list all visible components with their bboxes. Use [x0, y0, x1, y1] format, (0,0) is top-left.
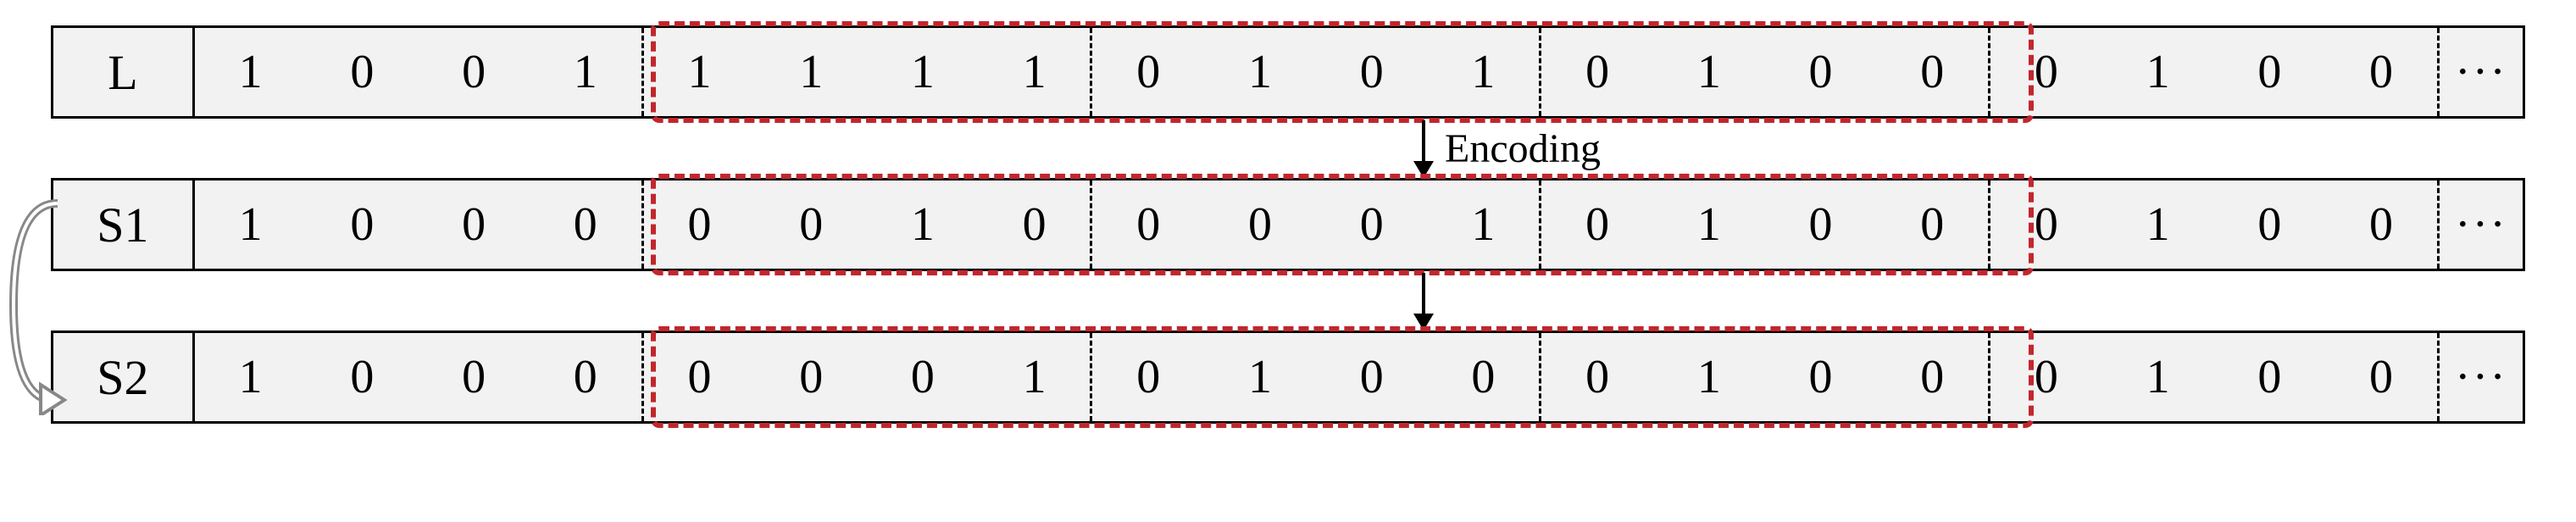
group-S2-3: 0 1 0 0	[1541, 333, 1990, 421]
bit: 0	[1092, 350, 1204, 404]
group-S2-0: 1 0 0 0	[195, 333, 644, 421]
group-L-3: 0 1 0 0	[1541, 28, 1990, 116]
curve-arrow-S1-S2	[5, 195, 73, 415]
bit: 0	[307, 45, 419, 99]
bit: 1	[979, 350, 1091, 404]
bit: 0	[979, 197, 1091, 252]
group-S1-2: 0 0 0 1	[1092, 180, 1541, 269]
group-S1-0: 1 0 0 0	[195, 180, 644, 269]
ellipsis: ···	[2440, 28, 2523, 116]
bit: 0	[2325, 350, 2437, 404]
bit: 0	[1092, 197, 1204, 252]
bit: 0	[1876, 350, 1988, 404]
bit: 0	[530, 197, 641, 252]
bit: 1	[644, 45, 756, 99]
bit: 1	[195, 197, 307, 252]
bit: 0	[1316, 45, 1428, 99]
bit: 1	[1428, 45, 1540, 99]
bit: 1	[1204, 350, 1316, 404]
bit: 0	[418, 197, 530, 252]
bit: 1	[2102, 197, 2214, 252]
bit: 0	[2213, 350, 2325, 404]
bit: 0	[644, 350, 756, 404]
ellipsis: ···	[2440, 180, 2523, 269]
bit: 1	[867, 45, 979, 99]
row-label-S1: S1	[53, 180, 195, 269]
bit: 0	[2213, 45, 2325, 99]
row-L: L 1 0 0 1 1 1 1 1 0 1 0 1 0 1 0 0 0 1 0	[51, 25, 2525, 119]
bit: 0	[867, 350, 979, 404]
encoding-diagram: L 1 0 0 1 1 1 1 1 0 1 0 1 0 1 0 0 0 1 0	[51, 25, 2525, 424]
bit: 0	[755, 197, 867, 252]
bit: 0	[530, 350, 641, 404]
bit: 0	[1541, 197, 1653, 252]
bit: 0	[644, 197, 756, 252]
group-S2-1: 0 0 0 1	[644, 333, 1093, 421]
group-S1-4: 0 1 0 0	[1990, 180, 2440, 269]
bit: 0	[1541, 350, 1653, 404]
bit: 0	[2325, 197, 2437, 252]
group-S1-3: 0 1 0 0	[1541, 180, 1990, 269]
group-S2-2: 0 1 0 0	[1092, 333, 1541, 421]
bit: 0	[1541, 45, 1653, 99]
arrow-S1-to-S2	[1407, 273, 1441, 332]
bit: 1	[2102, 45, 2214, 99]
group-S1-1: 0 0 1 0	[644, 180, 1093, 269]
bit: 0	[755, 350, 867, 404]
bit: 0	[1428, 350, 1540, 404]
bit: 0	[1990, 197, 2102, 252]
bit: 0	[1316, 197, 1428, 252]
bit: 0	[307, 350, 419, 404]
bit: 0	[1990, 45, 2102, 99]
bit: 0	[1876, 45, 1988, 99]
group-S2-4: 0 1 0 0	[1990, 333, 2440, 421]
group-L-4: 0 1 0 0	[1990, 28, 2440, 116]
bit: 1	[195, 350, 307, 404]
bit: 1	[2102, 350, 2214, 404]
group-L-2: 0 1 0 1	[1092, 28, 1541, 116]
bit: 1	[1428, 197, 1540, 252]
group-L-1: 1 1 1 1	[644, 28, 1093, 116]
bit: 1	[1204, 45, 1316, 99]
row-S2: S2 1 0 0 0 0 0 0 1 0 1 0 0 0 1 0 0 0 1 0	[51, 330, 2525, 424]
bit: 0	[1092, 45, 1204, 99]
bit: 0	[418, 350, 530, 404]
bit: 0	[1765, 197, 1877, 252]
bit: 1	[1653, 45, 1765, 99]
ellipsis: ···	[2440, 333, 2523, 421]
bit: 1	[867, 197, 979, 252]
bit: 0	[1316, 350, 1428, 404]
bit: 1	[755, 45, 867, 99]
bit: 1	[530, 45, 641, 99]
encoding-label: Encoding	[1445, 125, 1601, 172]
bit: 0	[2213, 197, 2325, 252]
bit: 1	[195, 45, 307, 99]
bit: 0	[2325, 45, 2437, 99]
bit: 1	[979, 45, 1091, 99]
bit: 0	[1765, 350, 1877, 404]
bit: 0	[1876, 197, 1988, 252]
bit: 1	[1653, 350, 1765, 404]
arrow-L-to-S1	[1407, 120, 1441, 180]
bit: 0	[1765, 45, 1877, 99]
row-label-S2: S2	[53, 333, 195, 421]
bit: 0	[418, 45, 530, 99]
bit: 0	[1990, 350, 2102, 404]
bit: 0	[1204, 197, 1316, 252]
row-label-L: L	[53, 28, 195, 116]
group-L-0: 1 0 0 1	[195, 28, 644, 116]
bit: 0	[307, 197, 419, 252]
bit: 1	[1653, 197, 1765, 252]
row-S1: S1 1 0 0 0 0 0 1 0 0 0 0 1 0 1 0 0 0 1 0	[51, 178, 2525, 271]
